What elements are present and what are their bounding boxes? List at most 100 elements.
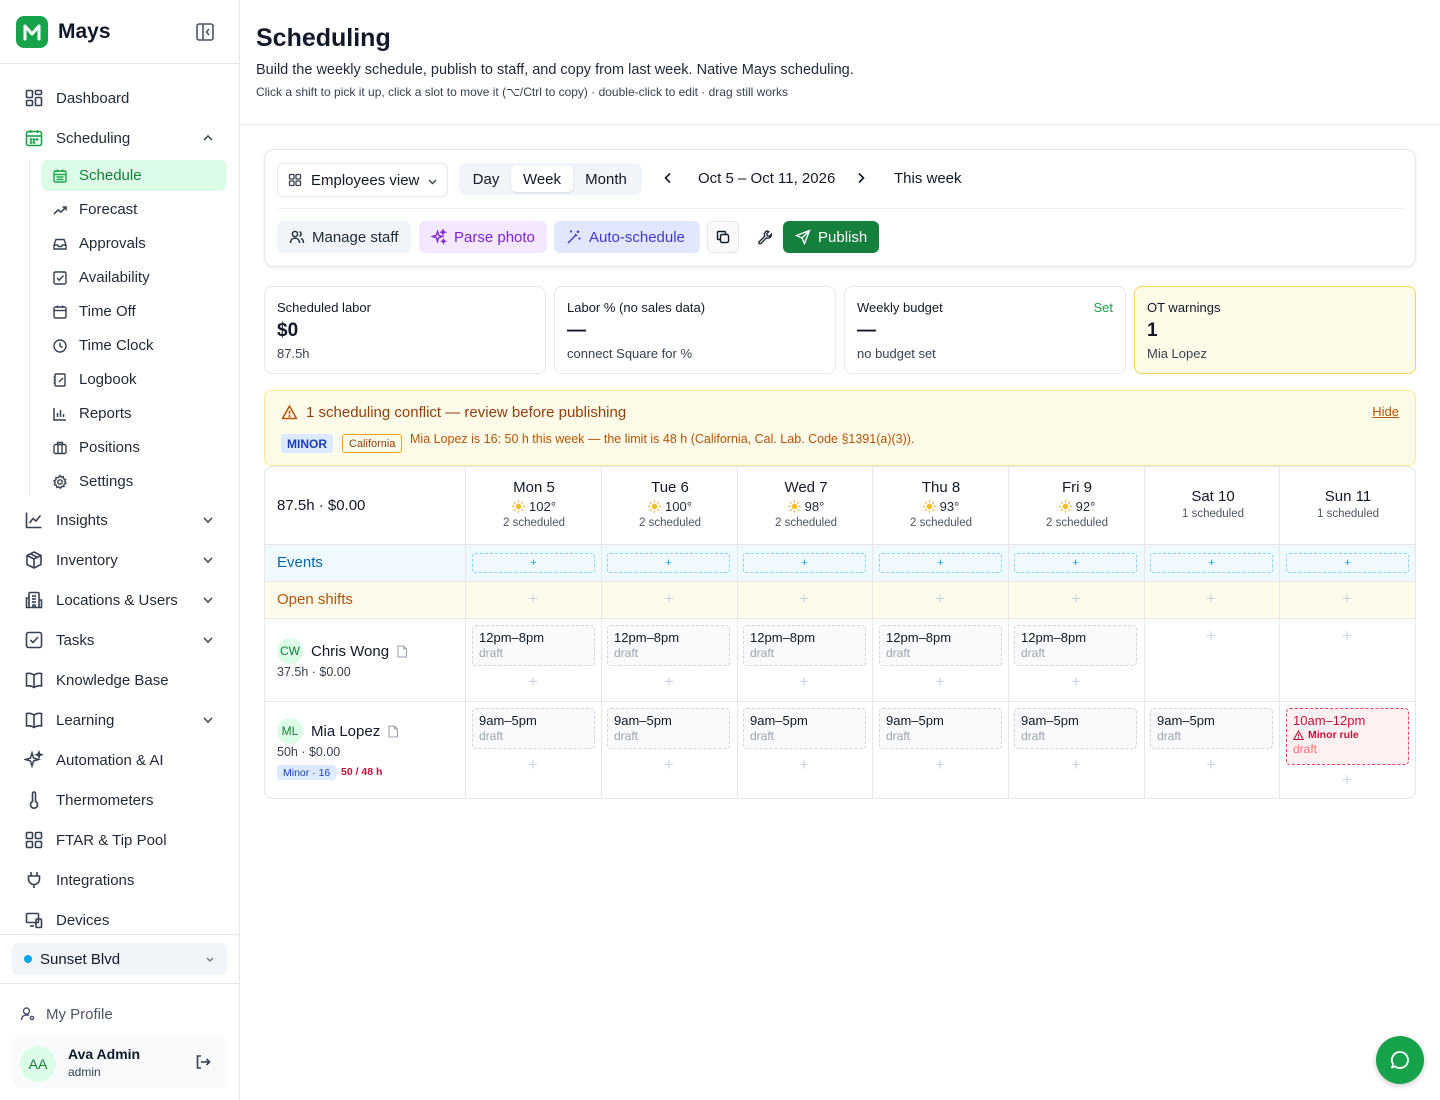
mode-month-button[interactable]: Month [575, 166, 637, 192]
add-open-shift[interactable]: + [663, 590, 675, 607]
mode-day-button[interactable]: Day [463, 166, 509, 192]
shift-card[interactable]: 12pm–8pm draft [607, 625, 730, 666]
add-event-slot[interactable]: + [472, 553, 595, 573]
my-profile-link[interactable]: My Profile [20, 1004, 113, 1024]
sub-settings[interactable]: Settings [41, 466, 227, 497]
nav-devices[interactable]: Devices [12, 902, 227, 938]
nav-tasks[interactable]: Tasks [12, 622, 227, 658]
set-budget-link[interactable]: Set [1093, 300, 1113, 315]
shift-card[interactable]: 9am–5pm draft [743, 708, 866, 749]
shift-card[interactable]: 9am–5pm draft [1014, 708, 1137, 749]
add-event-slot[interactable]: + [879, 553, 1002, 573]
nav-automation-ai[interactable]: Automation & AI [12, 742, 227, 778]
employee-name[interactable]: Chris Wong [311, 643, 389, 660]
sub-schedule[interactable]: Schedule [41, 160, 227, 191]
nav-inventory[interactable]: Inventory [12, 542, 227, 578]
this-week-button[interactable]: This week [894, 170, 962, 187]
view-select[interactable]: Employees view [277, 163, 448, 197]
add-open-shift[interactable]: + [1205, 590, 1217, 607]
nav-scheduling[interactable]: Scheduling [12, 120, 227, 156]
employee-name[interactable]: Mia Lopez [311, 723, 380, 740]
location-status-dot [24, 955, 32, 963]
add-event-slot[interactable]: + [607, 553, 730, 573]
add-event-slot[interactable]: + [1014, 553, 1137, 573]
chat-button[interactable] [1376, 1036, 1424, 1084]
shift-card-conflict[interactable]: 10am–12pm Minor rule draft [1286, 708, 1409, 765]
location-select[interactable]: Sunset Blvd [12, 943, 227, 975]
shift-card[interactable]: 9am–5pm draft [472, 708, 595, 749]
document-icon[interactable] [396, 645, 408, 658]
shift-card[interactable]: 12pm–8pm draft [743, 625, 866, 666]
copy-week-button[interactable] [707, 221, 739, 253]
add-open-shift[interactable]: + [527, 590, 539, 607]
add-open-shift[interactable]: + [798, 590, 810, 607]
add-open-shift[interactable]: + [934, 590, 946, 607]
nav-integrations[interactable]: Integrations [12, 862, 227, 898]
brand[interactable]: Mays [16, 16, 111, 48]
nav-dashboard[interactable]: Dashboard [12, 80, 227, 116]
sub-forecast[interactable]: Forecast [41, 194, 227, 225]
sub-approvals[interactable]: Approvals [41, 228, 227, 259]
add-shift[interactable]: + [527, 673, 539, 690]
tools-button[interactable] [749, 221, 781, 253]
sub-time-clock[interactable]: Time Clock [41, 330, 227, 361]
stat-value: — [857, 320, 876, 341]
add-shift[interactable]: + [1341, 627, 1353, 644]
add-shift[interactable]: + [798, 673, 810, 690]
add-shift[interactable]: + [1205, 627, 1217, 644]
hide-conflicts-link[interactable]: Hide [1372, 404, 1399, 419]
add-shift[interactable]: + [1205, 756, 1217, 773]
document-icon[interactable] [387, 725, 399, 738]
add-shift[interactable]: + [663, 756, 675, 773]
add-shift[interactable]: + [934, 673, 946, 690]
chevron-right-icon[interactable] [854, 171, 868, 185]
shift-card[interactable]: 9am–5pm draft [607, 708, 730, 749]
publish-button[interactable]: Publish [783, 221, 879, 253]
nav-label: FTAR & Tip Pool [56, 831, 167, 849]
stat-sub: Mia Lopez [1147, 346, 1207, 361]
sidebar-collapse-icon[interactable] [194, 21, 216, 43]
add-open-shift[interactable]: + [1070, 590, 1082, 607]
logout-icon[interactable] [194, 1053, 212, 1071]
nav-knowledge-base[interactable]: Knowledge Base [12, 662, 227, 698]
add-event-slot[interactable]: + [1150, 553, 1273, 573]
auto-schedule-button[interactable]: Auto-schedule [554, 221, 700, 253]
add-shift[interactable]: + [527, 756, 539, 773]
add-shift[interactable]: + [1070, 756, 1082, 773]
shift-card[interactable]: 12pm–8pm draft [879, 625, 1002, 666]
sub-positions[interactable]: Positions [41, 432, 227, 463]
chevron-down-icon [201, 553, 215, 567]
mode-week-button[interactable]: Week [511, 166, 573, 192]
chevron-left-icon[interactable] [661, 171, 675, 185]
add-shift[interactable]: + [663, 673, 675, 690]
add-event-slot[interactable]: + [1286, 553, 1409, 573]
minor-badge: MINOR [281, 434, 333, 453]
shift-card[interactable]: 12pm–8pm draft [472, 625, 595, 666]
shift-card[interactable]: 9am–5pm draft [1150, 708, 1273, 749]
nav-thermometers[interactable]: Thermometers [12, 782, 227, 818]
sun-icon [788, 500, 801, 513]
add-shift[interactable]: + [798, 756, 810, 773]
sub-logbook[interactable]: Logbook [41, 364, 227, 395]
add-event-slot[interactable]: + [743, 553, 866, 573]
shift-card[interactable]: 12pm–8pm draft [1014, 625, 1137, 666]
add-open-shift[interactable]: + [1341, 590, 1353, 607]
magic-wand-icon [566, 229, 582, 245]
sub-availability[interactable]: Availability [41, 262, 227, 293]
add-shift[interactable]: + [1341, 771, 1353, 788]
day-temp: 98° [804, 499, 825, 514]
add-shift[interactable]: + [934, 756, 946, 773]
parse-photo-label: Parse photo [454, 228, 535, 246]
nav-ftar-tip-pool[interactable]: FTAR & Tip Pool [12, 822, 227, 858]
manage-staff-button[interactable]: Manage staff [277, 221, 411, 253]
add-shift[interactable]: + [1070, 673, 1082, 690]
nav-insights[interactable]: Insights [12, 502, 227, 538]
sub-reports[interactable]: Reports [41, 398, 227, 429]
sub-time-off[interactable]: Time Off [41, 296, 227, 327]
stat-label: Weekly budget [857, 300, 943, 315]
parse-photo-button[interactable]: Parse photo [419, 221, 547, 253]
nav-locations-users[interactable]: Locations & Users [12, 582, 227, 618]
shift-card[interactable]: 9am–5pm draft [879, 708, 1002, 749]
nav-learning[interactable]: Learning [12, 702, 227, 738]
sparkles-icon [24, 750, 44, 770]
